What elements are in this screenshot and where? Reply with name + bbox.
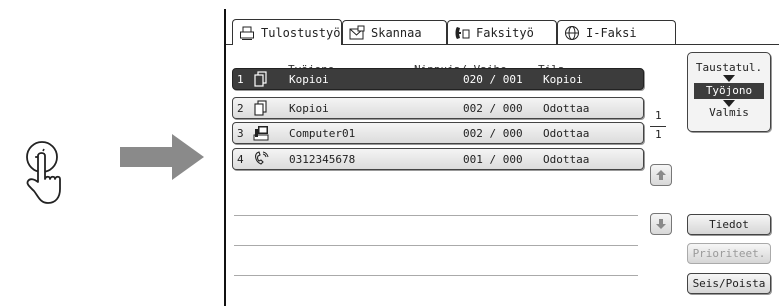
tab-label: Faksityö <box>476 25 534 40</box>
job-row[interactable]: 3 Computer01 002 / 000 Odottaa <box>232 122 644 144</box>
job-status: Odottaa <box>543 127 590 140</box>
job-count: 002 / 000 <box>463 102 523 115</box>
scroll-up-button[interactable] <box>650 164 672 186</box>
job-row[interactable]: 1 Kopioi 020 / 001 Kopioi <box>232 68 644 90</box>
job-row[interactable]: 2 Kopioi 002 / 000 Odottaa <box>232 97 644 119</box>
job-name: 0312345678 <box>289 153 356 166</box>
job-number: 2 <box>237 102 244 115</box>
empty-row-divider <box>234 215 638 216</box>
scroll-down-button[interactable] <box>650 213 672 235</box>
job-status-panel: Tulostustyö Skannaa Faksityö I-Faksi 1 K… <box>224 9 779 306</box>
sort-option-spool[interactable]: Taustatul. <box>688 61 770 74</box>
tab-label: Skannaa <box>371 25 422 40</box>
copy-icon <box>253 71 269 87</box>
arrow-down-icon <box>656 219 666 229</box>
details-button[interactable]: Tiedot <box>687 214 771 235</box>
job-status: Kopioi <box>543 73 583 86</box>
sort-order-selector[interactable]: Taustatul. Työjono Valmis <box>687 52 771 132</box>
tab-print-job[interactable]: Tulostustyö <box>232 19 342 45</box>
page-current: 1 <box>655 109 662 122</box>
arrow-up-icon <box>656 170 666 180</box>
triangle-down-icon <box>723 75 735 82</box>
empty-row-divider <box>234 245 638 246</box>
tab-label: I-Faksi <box>586 25 637 40</box>
globe-icon <box>564 25 580 41</box>
job-name: Computer01 <box>289 127 356 140</box>
job-status: Odottaa <box>543 153 590 166</box>
priority-button[interactable]: Prioriteet. <box>687 243 771 264</box>
printer-icon <box>239 25 255 41</box>
job-count: 001 / 000 <box>463 153 523 166</box>
scan-envelope-icon <box>349 25 365 41</box>
page-separator <box>650 126 666 127</box>
job-row[interactable]: 4 0312345678 001 / 000 Odottaa <box>232 148 644 170</box>
computer-icon <box>253 125 269 141</box>
fax-icon <box>454 25 470 41</box>
job-number: 1 <box>237 73 244 86</box>
fax-phone-icon <box>253 151 269 167</box>
job-number: 3 <box>237 127 244 140</box>
job-name: Kopioi <box>289 73 329 86</box>
sort-option-complete[interactable]: Valmis <box>688 106 770 119</box>
stop-delete-button[interactable]: Seis/Poista <box>687 273 771 294</box>
sort-option-job-queue[interactable]: Työjono <box>694 83 764 99</box>
tab-label: Tulostustyö <box>261 25 341 40</box>
tab-i-fax[interactable]: I-Faksi <box>557 20 676 44</box>
page-total: 1 <box>655 128 662 141</box>
copy-icon <box>253 100 269 116</box>
empty-row-divider <box>234 275 638 276</box>
tab-scan[interactable]: Skannaa <box>342 20 447 44</box>
job-count: 002 / 000 <box>463 127 523 140</box>
job-name: Kopioi <box>289 102 329 115</box>
tab-fax-job[interactable]: Faksityö <box>447 20 557 44</box>
job-status: Odottaa <box>543 102 590 115</box>
job-number: 4 <box>237 153 244 166</box>
arrow-right-icon <box>120 134 204 180</box>
hand-press-icon <box>10 125 70 205</box>
job-count: 020 / 001 <box>463 73 523 86</box>
